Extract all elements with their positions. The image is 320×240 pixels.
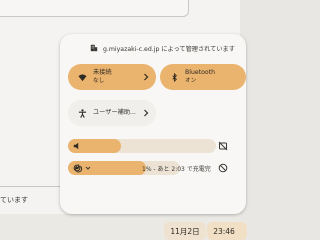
background-window-text: ています [0, 196, 28, 204]
night-light-icon[interactable] [218, 163, 228, 173]
bluetooth-icon [172, 72, 177, 82]
managed-notice[interactable]: g.miyazaki-c.ed.jp によって管理されています [90, 41, 250, 55]
bluetooth-tile[interactable]: Bluetooth オン [160, 64, 246, 90]
time-button[interactable]: 23:46 [207, 222, 247, 240]
accessibility-tile[interactable]: ユーザー補助... [68, 100, 156, 126]
accessibility-icon [78, 108, 87, 118]
managed-notice-text: g.miyazaki-c.ed.jp によって管理されています [103, 45, 235, 53]
chevron-down-icon [85, 166, 90, 170]
background-divider [0, 186, 64, 187]
chevron-right-icon [144, 73, 149, 81]
network-status: なし [93, 78, 105, 84]
date-button[interactable]: 11月2日 [164, 222, 206, 240]
bluetooth-status: オン [185, 78, 197, 84]
battery-status: 1% - あと 2:03 で充電完 [142, 166, 211, 173]
volume-slider[interactable] [68, 139, 216, 153]
background-window-edge [0, 0, 189, 17]
quick-settings-panel: g.miyazaki-c.ed.jp によって管理されています 未接続 なし B… [60, 34, 246, 214]
chevron-right-icon [144, 109, 149, 117]
wifi-icon [78, 73, 87, 81]
building-icon [90, 44, 98, 52]
accessibility-title: ユーザー補助... [93, 109, 136, 116]
network-tile[interactable]: 未接続 なし [68, 64, 156, 90]
bluetooth-title: Bluetooth [185, 69, 216, 76]
speaker-icon [73, 142, 79, 150]
power-icon [74, 163, 82, 172]
network-title: 未接続 [93, 69, 112, 76]
power-menu-button[interactable] [70, 159, 94, 177]
mute-notifications-icon[interactable] [218, 141, 228, 151]
